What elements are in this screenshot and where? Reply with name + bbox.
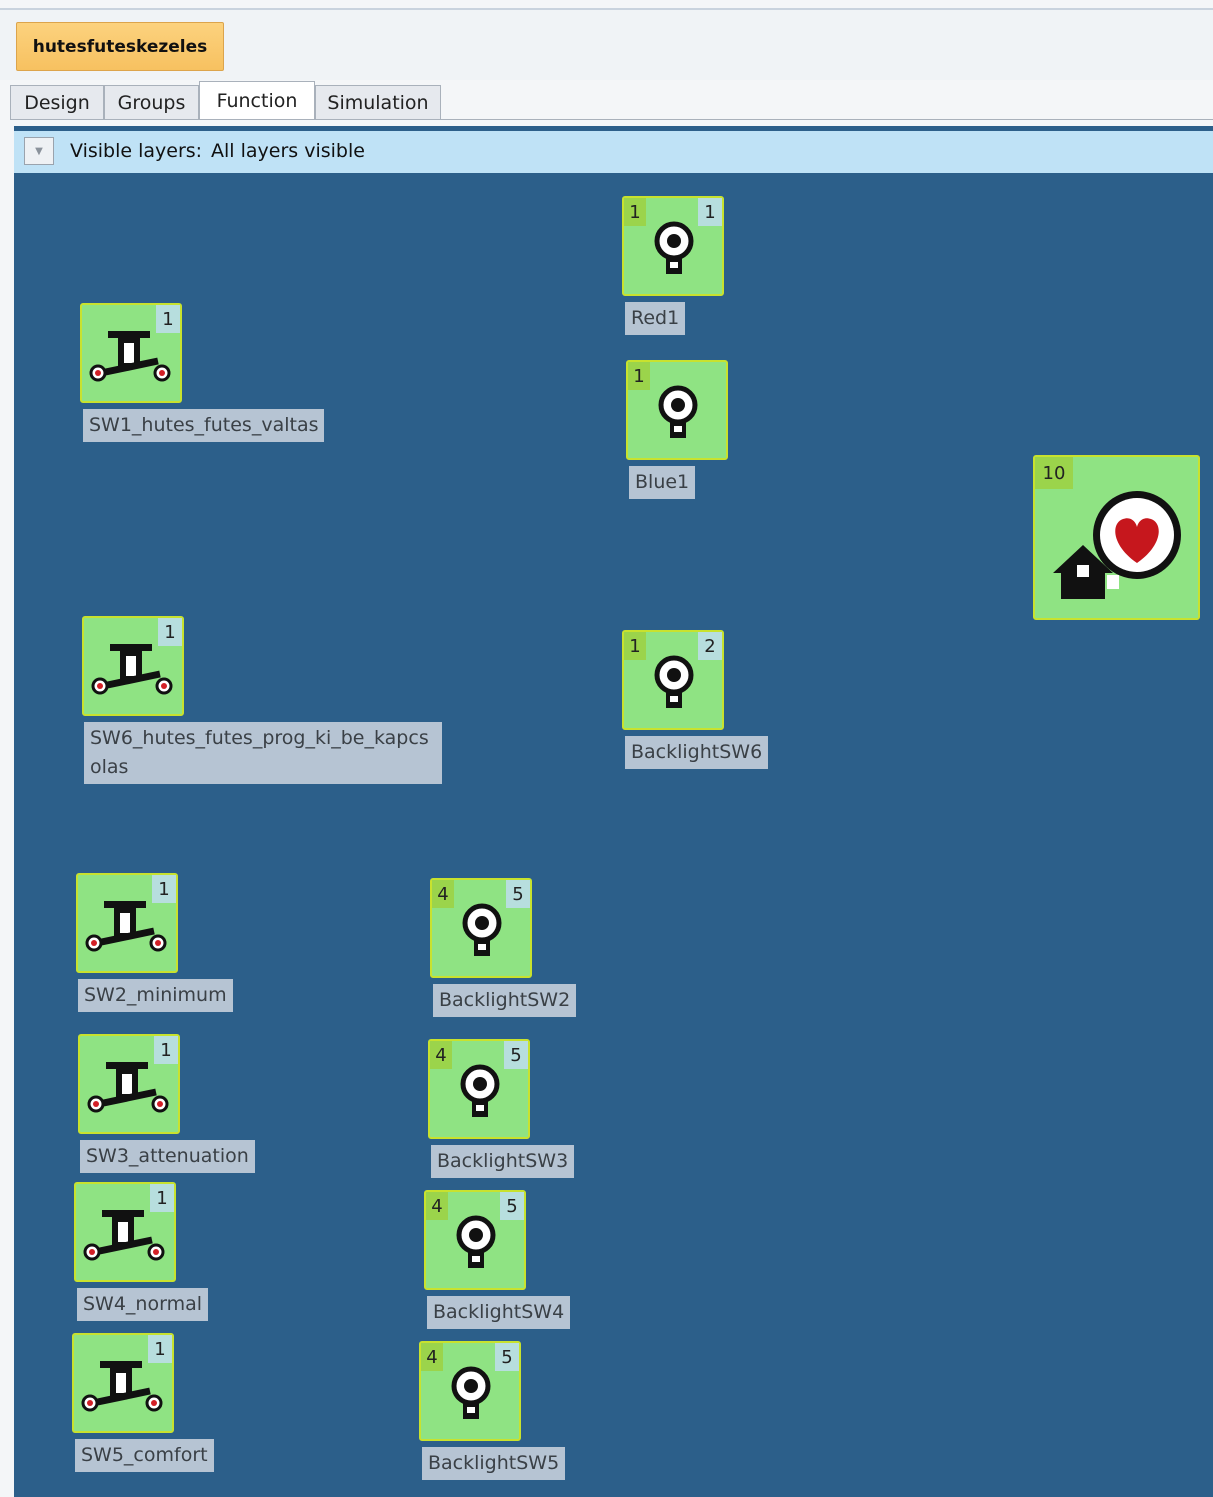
node-switch-sw2[interactable]: 1 xyxy=(76,873,178,973)
node-lamp-backlight-sw6[interactable]: 1 2 xyxy=(622,630,724,730)
tab-simulation[interactable]: Simulation xyxy=(315,85,441,119)
tab-groups[interactable]: Groups xyxy=(104,85,199,119)
badge-right: 5 xyxy=(500,1192,524,1220)
node-caption: SW5_comfort xyxy=(75,1439,214,1472)
visible-layers-bar: ▼ Visible layers: All layers visible xyxy=(14,131,1213,173)
visible-layers-label: Visible layers: xyxy=(70,140,203,162)
light-bulb-icon xyxy=(451,1366,491,1419)
light-bulb-icon xyxy=(460,1064,500,1117)
visible-layers-value[interactable]: All layers visible xyxy=(211,140,365,162)
node-caption: BacklightSW4 xyxy=(427,1296,571,1329)
badge-left: 4 xyxy=(421,1343,443,1371)
push-switch-icon xyxy=(81,1361,163,1412)
badge-left: 4 xyxy=(430,1041,452,1069)
node-caption: SW6_hutes_futes_prog_ki_be_kapcs olas xyxy=(84,722,442,784)
node-caption: BacklightSW3 xyxy=(431,1145,575,1178)
node-lamp-blue1[interactable]: 1 xyxy=(626,360,728,460)
badge-left: 1 xyxy=(624,632,646,660)
home-heart-icon xyxy=(1053,491,1181,599)
node-caption: SW2_minimum xyxy=(78,979,233,1012)
badge-right: 5 xyxy=(495,1343,519,1371)
node-switch-sw3[interactable]: 1 xyxy=(78,1034,180,1134)
node-caption: BacklightSW2 xyxy=(433,984,577,1017)
node-switch-sw6[interactable]: 1 xyxy=(82,616,184,716)
node-lamp-red1[interactable]: 1 1 xyxy=(622,196,724,296)
tab-function[interactable]: Function xyxy=(199,81,315,120)
node-caption: SW3_attenuation xyxy=(80,1140,255,1173)
badge-right: 5 xyxy=(506,880,530,908)
light-bulb-icon xyxy=(654,655,694,708)
node-caption: BacklightSW6 xyxy=(625,736,769,769)
node-lamp-backlight-sw3[interactable]: 4 5 xyxy=(428,1039,530,1139)
node-switch-sw4[interactable]: 1 xyxy=(74,1182,176,1282)
badge-left: 4 xyxy=(426,1192,448,1220)
light-bulb-icon xyxy=(658,385,698,438)
node-lamp-backlight-sw4[interactable]: 4 5 xyxy=(424,1190,526,1290)
node-caption: Red1 xyxy=(625,302,686,335)
badge-right: 1 xyxy=(698,198,722,226)
node-caption: SW1_hutes_futes_valtas xyxy=(83,409,325,442)
badge-right: 2 xyxy=(698,632,722,660)
light-bulb-icon xyxy=(462,903,502,956)
node-caption: BacklightSW5 xyxy=(422,1447,566,1480)
tab-design[interactable]: Design xyxy=(10,85,104,119)
chevron-down-icon[interactable]: ▼ xyxy=(24,137,54,165)
push-switch-icon xyxy=(89,331,171,382)
push-switch-icon xyxy=(85,901,167,952)
push-switch-icon xyxy=(87,1062,169,1113)
badge-left: 1 xyxy=(624,198,646,226)
node-caption: Blue1 xyxy=(629,466,696,499)
project-button[interactable]: hutesfuteskezeles xyxy=(16,22,224,71)
push-switch-icon xyxy=(91,644,173,695)
badge-left: 1 xyxy=(628,362,650,390)
node-switch-sw5[interactable]: 1 xyxy=(72,1333,174,1433)
node-caption: SW4_normal xyxy=(77,1288,209,1321)
tab-divider xyxy=(10,119,1213,120)
push-switch-icon xyxy=(83,1210,165,1261)
node-lamp-backlight-sw2[interactable]: 4 5 xyxy=(430,878,532,978)
node-home-function[interactable]: 10 xyxy=(1033,455,1200,620)
node-switch-sw1[interactable]: 1 xyxy=(80,303,182,403)
node-lamp-backlight-sw5[interactable]: 4 5 xyxy=(419,1341,521,1441)
light-bulb-icon xyxy=(654,221,694,274)
light-bulb-icon xyxy=(456,1215,496,1268)
badge-right: 5 xyxy=(504,1041,528,1069)
badge-left: 4 xyxy=(432,880,454,908)
